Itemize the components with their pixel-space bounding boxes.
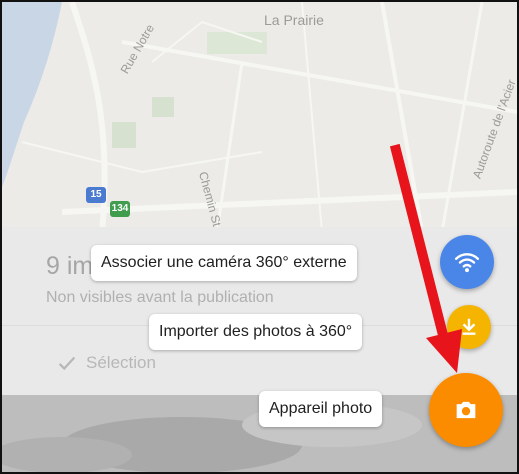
map-label-la-prairie: La Prairie [264, 12, 324, 28]
connect-camera-button[interactable] [440, 235, 494, 289]
route-shield-15: 15 [86, 187, 106, 203]
camera-icon [456, 401, 476, 419]
import-photos-chip[interactable]: Importer des photos à 360° [149, 314, 363, 350]
selection-label: Sélection [86, 353, 156, 372]
import-photos-button[interactable] [447, 305, 491, 349]
wifi-icon [454, 253, 480, 273]
app-screen: La Prairie Rue Notre Chemin St Autoroute… [0, 0, 519, 474]
sheet-subtitle: Non visibles avant la publication [46, 289, 274, 306]
camera-button[interactable] [429, 373, 503, 447]
connect-camera-chip[interactable]: Associer une caméra 360° externe [91, 245, 357, 281]
download-icon [462, 318, 476, 335]
route-shield-134: 134 [110, 201, 130, 217]
camera-chip[interactable]: Appareil photo [259, 391, 383, 427]
sheet-title: 9 im [46, 252, 94, 280]
checkmark-icon [58, 356, 76, 371]
selection-button[interactable]: Sélection [56, 351, 156, 375]
